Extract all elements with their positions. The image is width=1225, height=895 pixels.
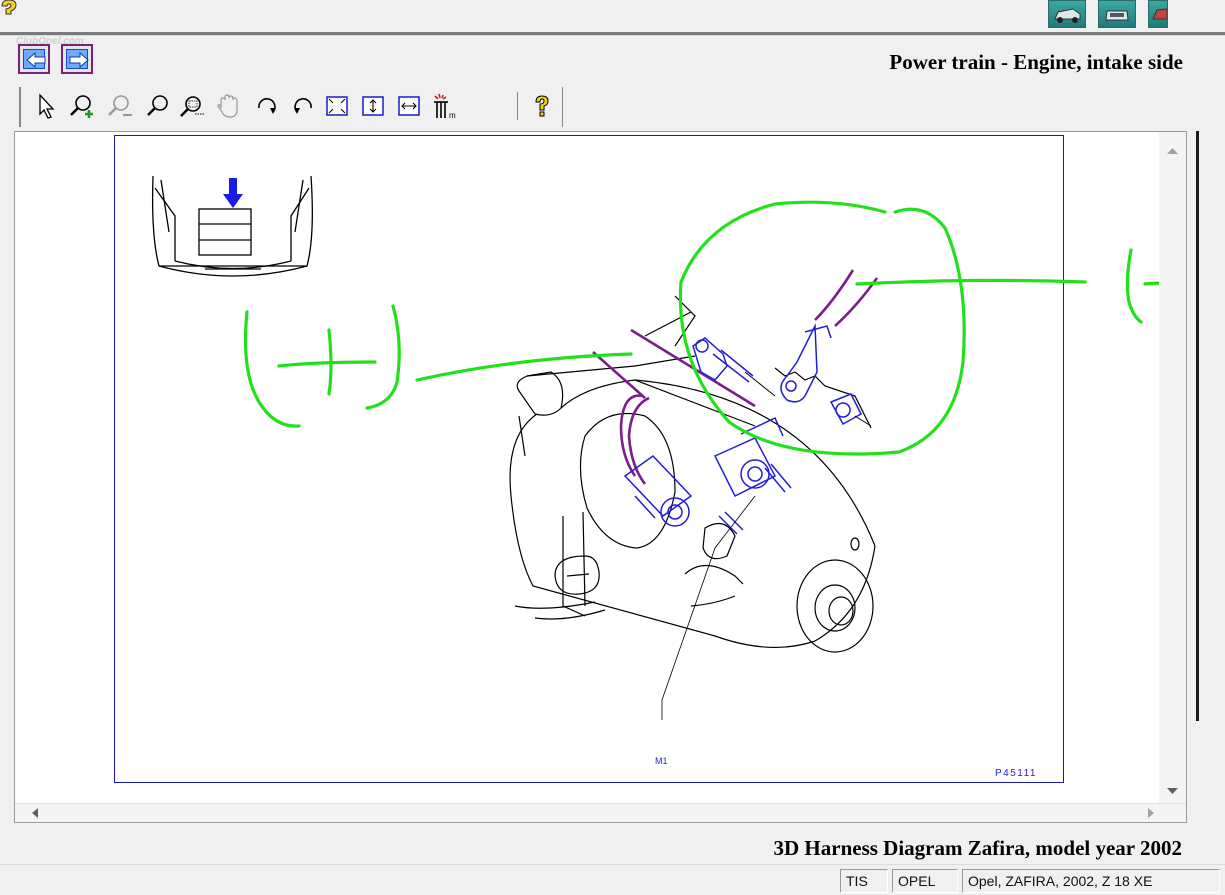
status-brand: OPEL: [892, 869, 958, 893]
component-locate-icon[interactable]: m: [429, 92, 459, 120]
arrow-left-icon: [26, 51, 46, 69]
status-vehicle: Opel, ZAFIRA, 2002, Z 18 XE: [962, 869, 1220, 893]
select-arrow-icon[interactable]: [33, 92, 63, 120]
zoom-icon[interactable]: [143, 92, 173, 120]
question-mark-icon[interactable]: [0, 0, 20, 20]
rotate-right-icon[interactable]: [253, 92, 283, 120]
annotation-overlay: [243, 200, 1181, 456]
fit-height-icon[interactable]: [357, 92, 387, 120]
scroll-right-icon[interactable]: [1141, 804, 1161, 822]
zoom-out-icon[interactable]: [105, 92, 135, 120]
zoom-window-icon[interactable]: [177, 92, 207, 120]
car-red-icon: [1152, 8, 1168, 20]
window-edge: [1196, 131, 1199, 721]
top-divider-light: [0, 35, 1225, 36]
annotation-plus-bracket-left: [243, 310, 301, 428]
page-title: Power train - Engine, intake side: [889, 50, 1183, 74]
scroll-down-icon[interactable]: [1159, 782, 1186, 802]
forward-button[interactable]: [61, 44, 93, 74]
arrow-right-icon: [69, 51, 89, 69]
zoom-in-icon[interactable]: [67, 92, 97, 120]
annotation-connector-left: [415, 352, 633, 382]
status-system: TIS: [840, 869, 888, 893]
annotation-plus-horizontal: [277, 360, 377, 368]
diagram-caption: 3D Harness Diagram Zafira, model year 20…: [773, 836, 1182, 860]
annotation-circle: [678, 200, 966, 456]
vertical-scrollbar[interactable]: [1159, 132, 1186, 805]
scroll-left-icon[interactable]: [25, 804, 45, 822]
svg-text:m: m: [449, 111, 456, 120]
back-button[interactable]: [18, 44, 50, 74]
vehicle-view-button-3[interactable]: [1148, 0, 1168, 28]
scroll-up-icon[interactable]: [1159, 140, 1186, 160]
help-icon[interactable]: [527, 92, 557, 120]
annotation-plus-bracket-right: [365, 304, 401, 410]
toolbar: m: [19, 87, 563, 127]
vehicle-view-button-1[interactable]: [1048, 0, 1086, 28]
status-bar: TIS OPEL Opel, ZAFIRA, 2002, Z 18 XE: [0, 864, 1225, 895]
diagram-viewport[interactable]: M1 P45111: [14, 131, 1187, 823]
annotation-minus-bracket-left: [1125, 248, 1143, 324]
toolbar-separator: [517, 92, 518, 120]
top-bar: [0, 0, 1225, 32]
fit-all-icon[interactable]: [321, 92, 351, 120]
annotation-connector-right: [855, 278, 1087, 286]
fit-width-icon[interactable]: [393, 92, 423, 120]
pan-hand-icon[interactable]: [213, 92, 243, 120]
vehicle-view-button-2[interactable]: [1098, 0, 1136, 28]
horizontal-scrollbar[interactable]: [15, 803, 1186, 822]
car-front-icon: [1105, 10, 1129, 21]
car-icon: [1054, 8, 1081, 23]
rotate-left-icon[interactable]: [287, 92, 317, 120]
